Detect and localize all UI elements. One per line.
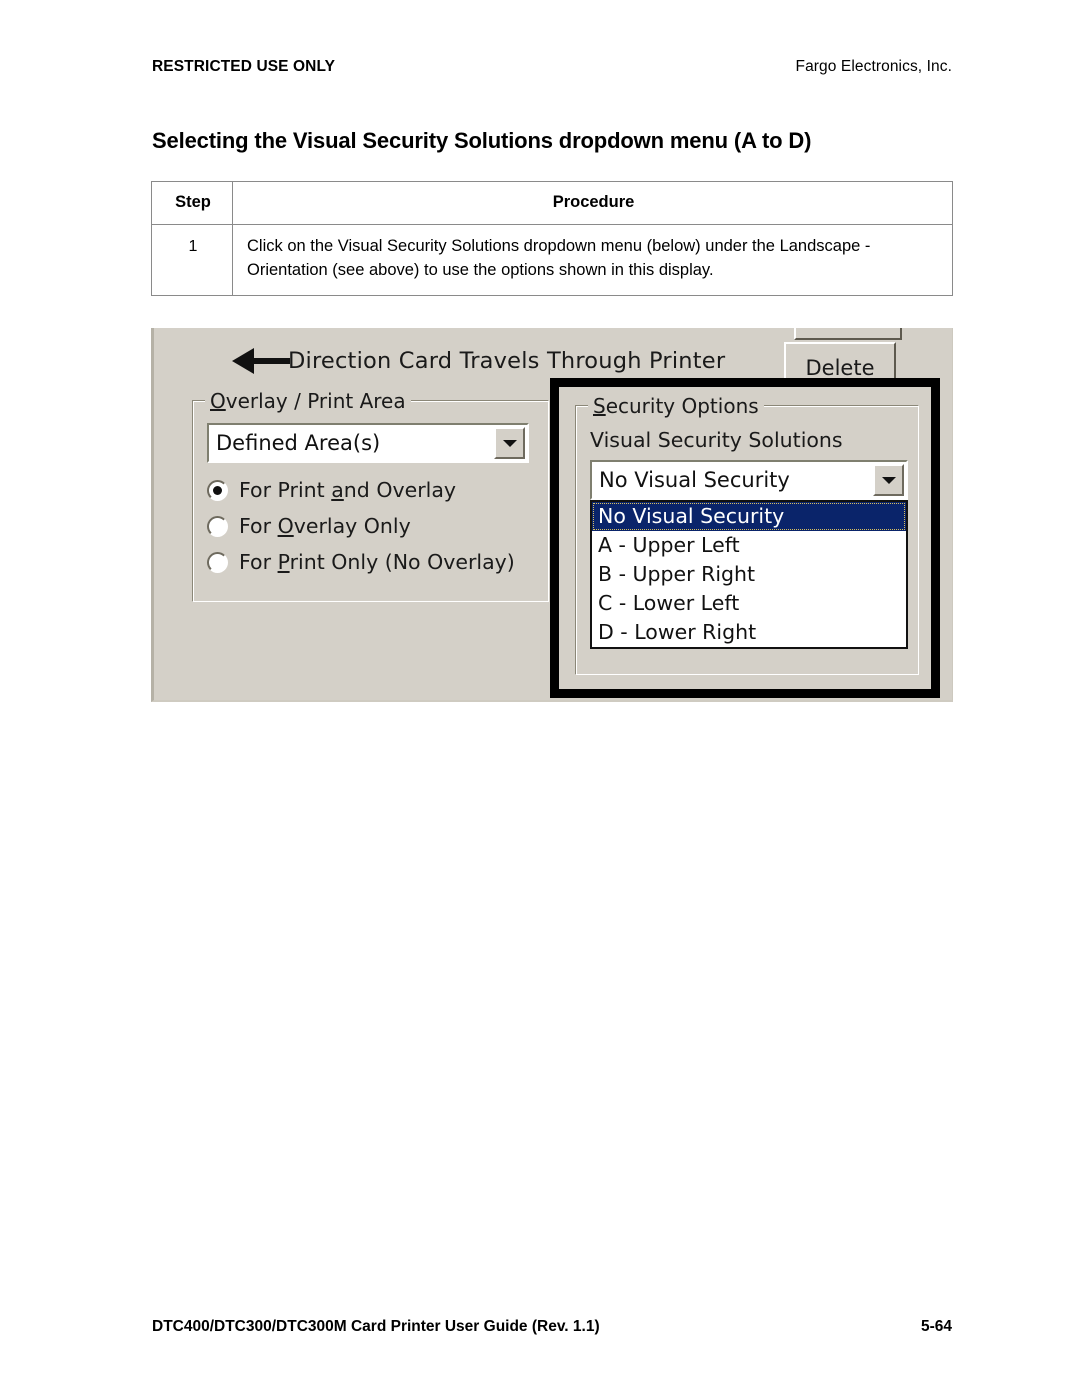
radio-for-print-and-overlay[interactable]: For Print and Overlay <box>207 475 456 505</box>
overlay-combobox-dropdown-button[interactable] <box>494 427 525 459</box>
document-page: RESTRICTED USE ONLY Fargo Electronics, I… <box>0 0 1080 1397</box>
dropdown-option-a-upper-left[interactable]: A - Upper Left <box>592 531 906 560</box>
cell-step-number: 1 <box>151 224 233 297</box>
dropdown-option-b-upper-right[interactable]: B - Upper Right <box>592 560 906 589</box>
radio-indicator-unselected <box>207 551 228 573</box>
visual-security-solutions-label: Visual Security Solutions <box>590 428 843 452</box>
header-company-name: Fargo Electronics, Inc. <box>795 58 952 75</box>
radio-for-overlay-only[interactable]: For Overlay Only <box>207 511 411 541</box>
procedure-table: Step Procedure 1 Click on the Visual Sec… <box>151 180 953 297</box>
visual-security-combobox-value: No Visual Security <box>599 468 790 492</box>
overlay-combobox-value: Defined Area(s) <box>216 431 381 455</box>
table-header-row: Step Procedure <box>151 180 953 226</box>
document-header: RESTRICTED USE ONLY Fargo Electronics, I… <box>152 58 952 76</box>
arrow-left-icon <box>232 348 290 374</box>
direction-caption-label: Direction Card Travels Through Printer <box>288 348 726 374</box>
overlay-print-area-combobox[interactable]: Defined Area(s) <box>207 423 529 463</box>
overlay-print-area-title: Overlay / Print Area <box>205 389 411 413</box>
overlay-print-area-groupbox: Overlay / Print Area Defined Area(s) For… <box>192 389 549 602</box>
visual-security-solutions-combobox[interactable]: No Visual Security <box>590 460 908 500</box>
radio-indicator-selected <box>207 479 228 501</box>
header-restricted-notice: RESTRICTED USE ONLY <box>152 58 336 75</box>
table-row: 1 Click on the Visual Security Solutions… <box>151 224 953 297</box>
chevron-down-icon <box>881 476 896 484</box>
dropdown-option-no-visual-security[interactable]: No Visual Security <box>592 502 906 531</box>
radio-label-overlay-only: For Overlay Only <box>239 514 411 538</box>
visual-security-combobox-dropdown-button[interactable] <box>873 464 904 496</box>
delete-button-label: Delete <box>805 356 875 380</box>
callout-highlight-frame: Security Options Visual Security Solutio… <box>550 378 940 698</box>
radio-for-print-only-no-overlay[interactable]: For Print Only (No Overlay) <box>207 547 515 577</box>
visual-security-dropdown-list[interactable]: No Visual Security A - Upper Left B - Up… <box>590 500 908 649</box>
column-header-step: Step <box>151 180 233 226</box>
radio-label-print-and-overlay: For Print and Overlay <box>239 478 457 502</box>
security-options-title: Security Options <box>588 394 764 418</box>
footer-page-number: 5-64 <box>920 1318 952 1335</box>
chevron-down-icon <box>502 439 517 447</box>
embedded-screenshot: Direction Card Travels Through Printer D… <box>151 328 953 702</box>
direction-card-travels-caption: Direction Card Travels Through Printer <box>232 344 725 378</box>
column-header-procedure: Procedure <box>232 180 953 226</box>
footer-guide-title: DTC400/DTC300/DTC300M Card Printer User … <box>152 1318 600 1335</box>
security-options-groupbox: Security Options Visual Security Solutio… <box>575 394 919 675</box>
radio-label-print-only: For Print Only (No Overlay) <box>239 550 515 574</box>
dropdown-option-c-lower-left[interactable]: C - Lower Left <box>592 589 906 618</box>
printer-driver-dialog: Direction Card Travels Through Printer D… <box>154 328 952 700</box>
document-footer: DTC400/DTC300/DTC300M Card Printer User … <box>152 1318 952 1336</box>
cell-procedure-text: Click on the Visual Security Solutions d… <box>232 224 953 297</box>
dropdown-option-d-lower-right[interactable]: D - Lower Right <box>592 618 906 647</box>
radio-indicator-unselected <box>207 515 228 537</box>
partial-button-above-delete[interactable] <box>794 328 902 340</box>
page-title: Selecting the Visual Security Solutions … <box>152 128 812 153</box>
